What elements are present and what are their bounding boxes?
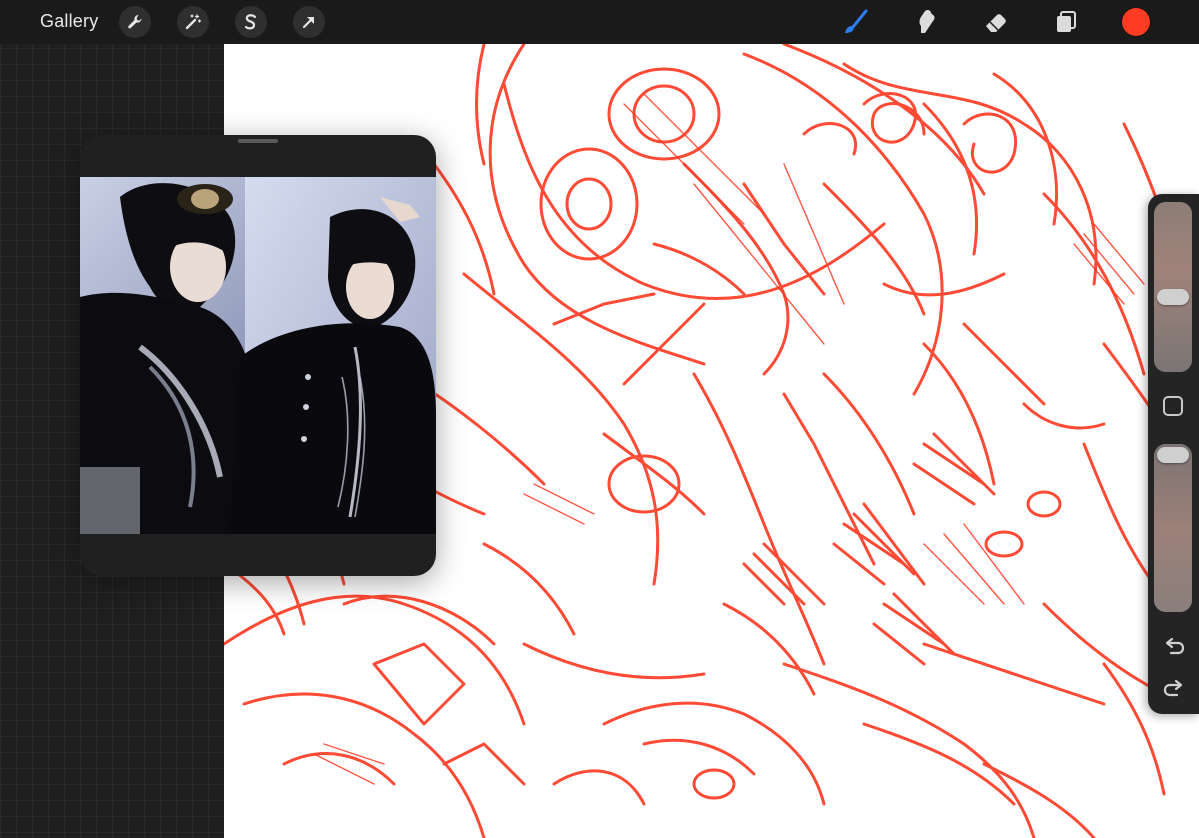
smudge-icon[interactable] xyxy=(910,6,942,38)
top-toolbar: Gallery xyxy=(0,0,1199,44)
reference-drag-handle[interactable] xyxy=(238,139,278,143)
brush-icon[interactable] xyxy=(840,6,872,38)
layers-icon[interactable] xyxy=(1050,6,1082,38)
gallery-button[interactable]: Gallery xyxy=(40,11,98,32)
modify-button[interactable] xyxy=(1163,396,1183,416)
undo-icon[interactable] xyxy=(1161,634,1187,660)
color-picker-button[interactable] xyxy=(1122,8,1150,36)
transform-arrow-icon[interactable] xyxy=(293,6,325,38)
magic-wand-icon[interactable] xyxy=(177,6,209,38)
selection-icon[interactable] xyxy=(235,6,267,38)
redo-icon[interactable] xyxy=(1161,676,1187,702)
wrench-icon[interactable] xyxy=(119,6,151,38)
opacity-slider[interactable] xyxy=(1154,444,1192,612)
reference-photo xyxy=(80,177,436,534)
brush-size-knob[interactable] xyxy=(1157,289,1189,305)
reference-window[interactable] xyxy=(80,135,436,576)
brush-sidebar xyxy=(1148,194,1199,714)
opacity-knob[interactable] xyxy=(1157,447,1189,463)
eraser-icon[interactable] xyxy=(980,6,1012,38)
brush-size-slider[interactable] xyxy=(1154,202,1192,372)
